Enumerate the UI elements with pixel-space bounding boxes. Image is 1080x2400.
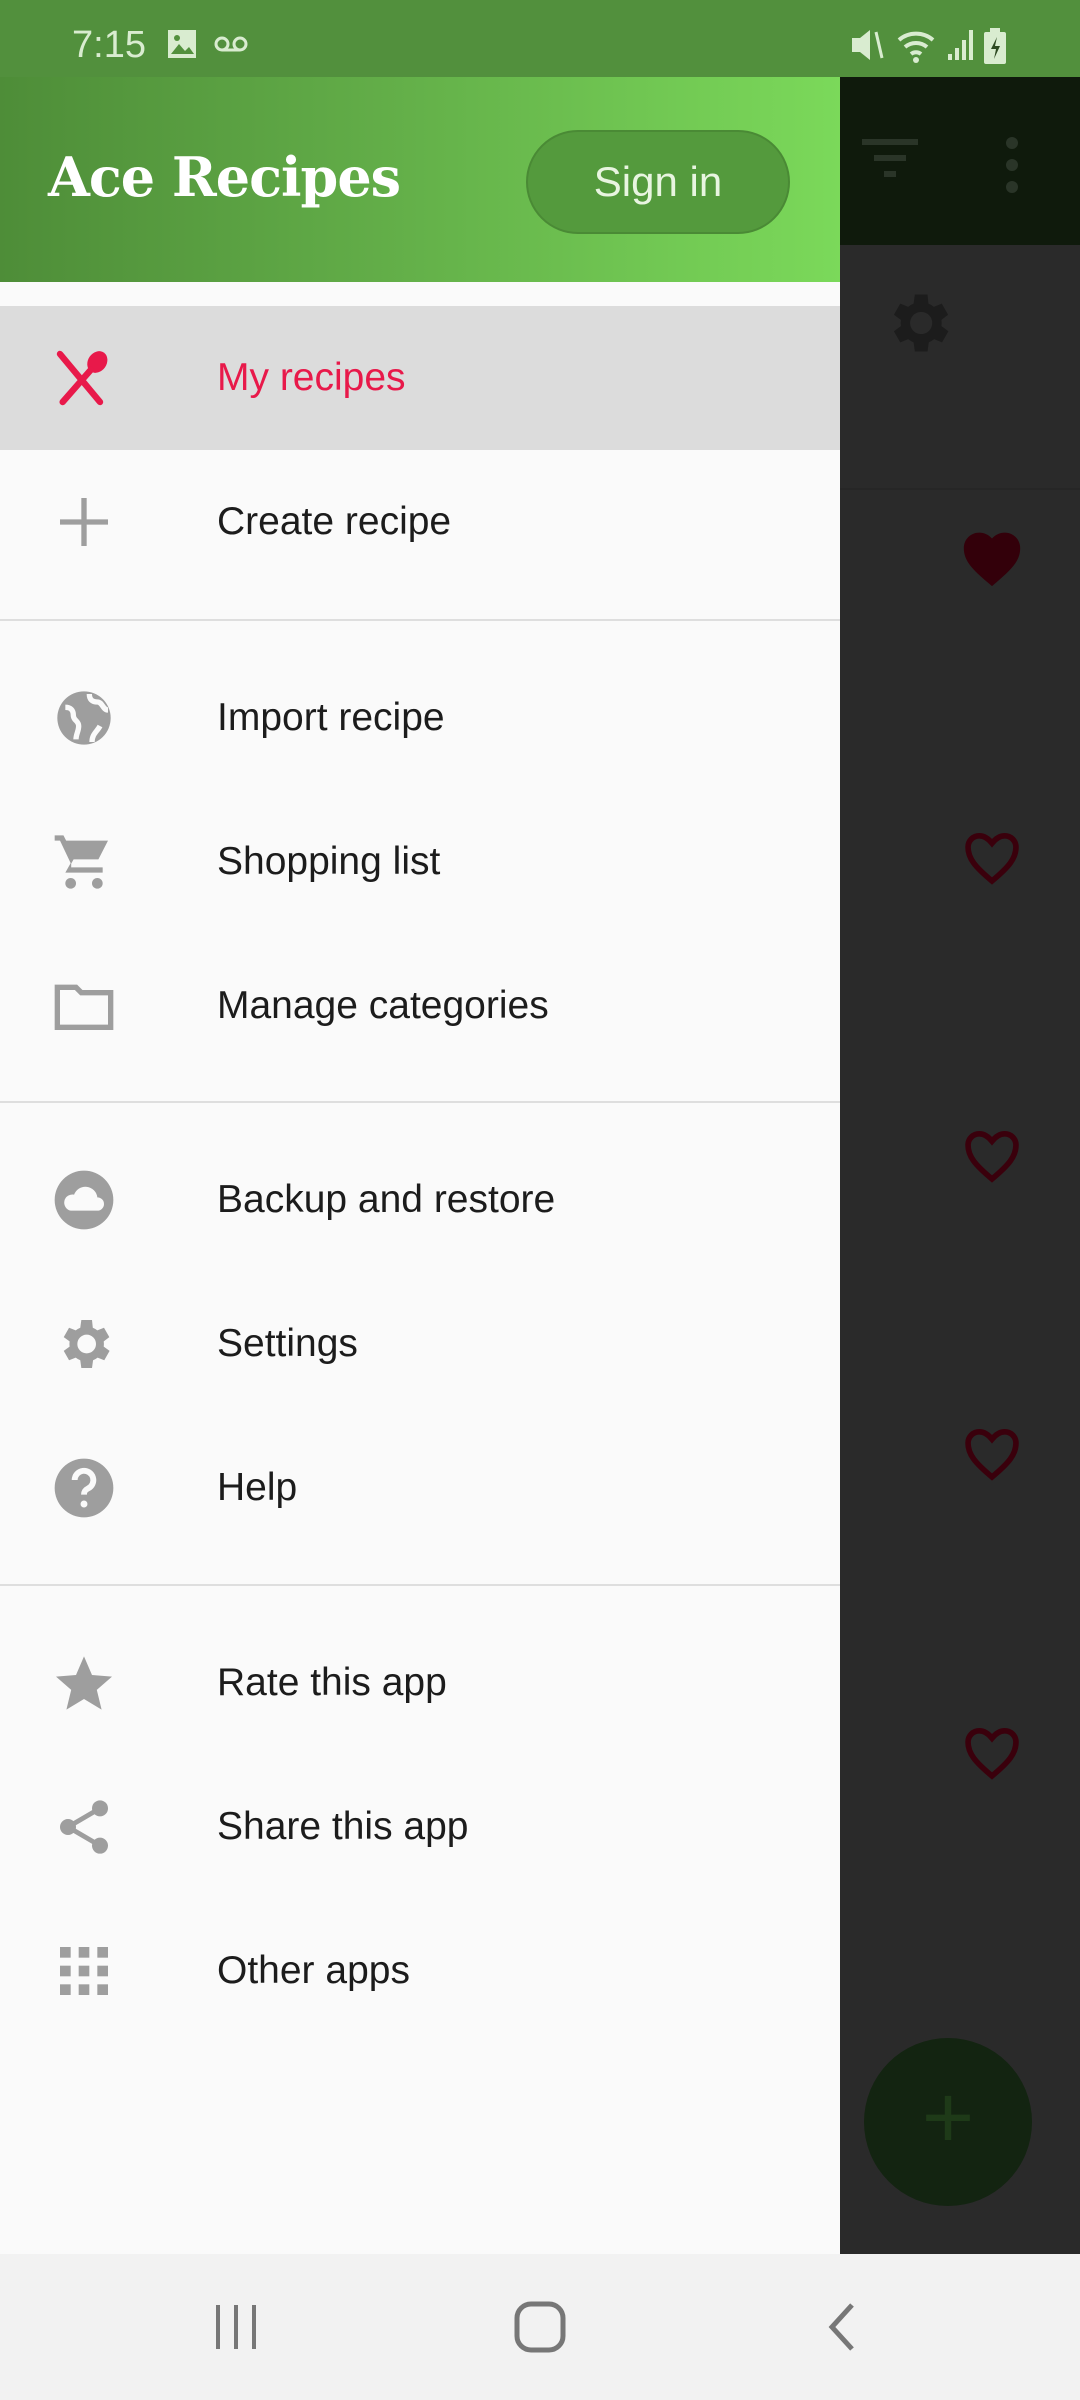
favorite-heart-icon xyxy=(965,1728,1019,1780)
share-icon xyxy=(60,1800,108,1854)
drawer-item-my-recipes[interactable]: My recipes xyxy=(0,306,840,450)
mute-icon xyxy=(852,30,884,60)
folder-icon xyxy=(54,984,114,1030)
drawer-item-label: Share this app xyxy=(217,1805,469,1848)
drawer-item-label: Backup and restore xyxy=(217,1178,556,1221)
wifi-icon xyxy=(897,31,935,63)
gear-icon xyxy=(893,294,949,352)
drawer-item-help[interactable]: Help xyxy=(0,1416,840,1560)
drawer-item-manage-categories[interactable]: Manage categories xyxy=(0,934,840,1078)
toolbar-dimmed xyxy=(840,77,1080,245)
cloud-icon xyxy=(54,1170,114,1230)
favorite-heart-icon xyxy=(965,833,1019,885)
drawer-item-share-app[interactable]: Share this app xyxy=(0,1755,840,1899)
star-icon xyxy=(56,1656,112,1710)
drawer-item-other-apps[interactable]: Other apps xyxy=(0,1899,840,2043)
gear-icon xyxy=(63,1320,110,1368)
status-bar: 7:15 xyxy=(0,0,1080,77)
recent-apps-button[interactable] xyxy=(212,2299,262,2355)
app-title: Ace Recipes xyxy=(48,145,401,209)
drawer-item-backup-restore[interactable]: Backup and restore xyxy=(0,1128,840,1272)
utensils-icon xyxy=(56,350,108,406)
drawer-item-import-recipe[interactable]: Import recipe xyxy=(0,646,840,790)
drawer-item-label: Import recipe xyxy=(217,696,445,739)
drawer-item-label: Other apps xyxy=(217,1949,410,1992)
drawer-item-label: Manage categories xyxy=(217,984,549,1027)
drawer-item-label: Help xyxy=(217,1466,298,1509)
home-button[interactable] xyxy=(512,2299,568,2355)
favorite-heart-icon xyxy=(965,1131,1019,1183)
drawer-item-shopping-list[interactable]: Shopping list xyxy=(0,790,840,934)
divider xyxy=(0,1584,840,1586)
help-icon xyxy=(54,1458,114,1518)
drawer-item-label: Settings xyxy=(217,1322,358,1365)
navigation-drawer: Ace Recipes Sign in My recipes Create re… xyxy=(0,77,840,2254)
more-options-icon xyxy=(1006,137,1018,193)
cart-icon xyxy=(54,835,108,889)
sign-in-button[interactable]: Sign in xyxy=(526,130,790,234)
image-icon xyxy=(168,30,196,58)
voicemail-icon xyxy=(214,36,248,52)
battery-charging-icon xyxy=(984,28,1006,64)
apps-grid-icon xyxy=(60,1947,108,1995)
drawer-header: Ace Recipes Sign in xyxy=(0,77,840,282)
status-time: 7:15 xyxy=(72,24,146,66)
drawer-item-label: Rate this app xyxy=(217,1661,447,1704)
filter-icon xyxy=(862,139,918,177)
favorite-heart-icon xyxy=(965,1429,1019,1481)
globe-icon xyxy=(57,691,111,745)
divider xyxy=(0,1101,840,1103)
system-nav-bar xyxy=(0,2254,1080,2400)
drawer-item-settings[interactable]: Settings xyxy=(0,1272,840,1416)
drawer-item-label: Create recipe xyxy=(217,500,452,543)
add-recipe-fab[interactable]: + xyxy=(864,2038,1032,2206)
drawer-item-label: My recipes xyxy=(217,356,406,399)
plus-icon xyxy=(60,498,108,546)
recipe-list-background xyxy=(840,77,1080,2254)
drawer-item-label: Shopping list xyxy=(217,840,441,883)
drawer-item-rate-app[interactable]: Rate this app xyxy=(0,1611,840,1755)
drawer-item-create-recipe[interactable]: Create recipe xyxy=(0,450,840,594)
favorite-heart-filled-icon xyxy=(963,532,1021,587)
signal-icon xyxy=(948,30,973,60)
divider xyxy=(0,619,840,621)
back-button[interactable] xyxy=(822,2299,862,2355)
settings-row-dimmed xyxy=(840,245,1080,490)
